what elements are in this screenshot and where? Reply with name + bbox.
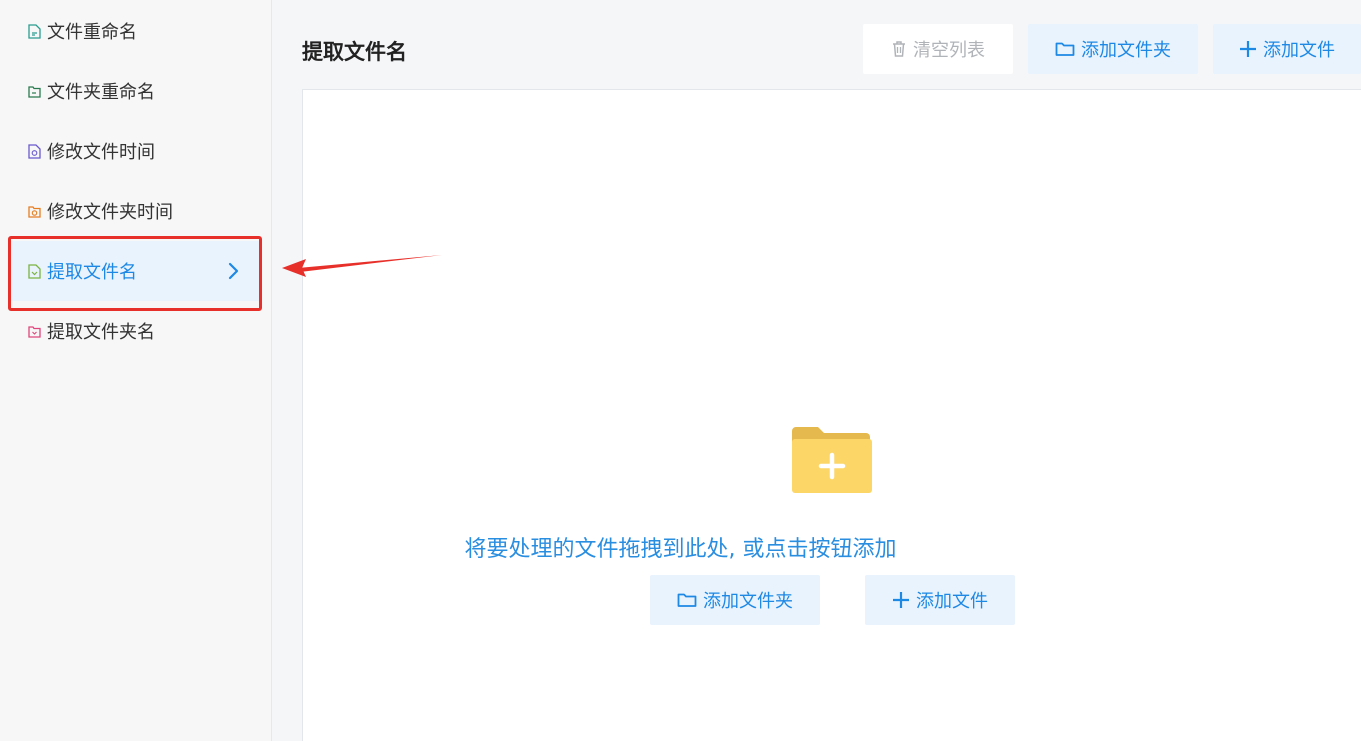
- center-add-file-button[interactable]: 添加文件: [865, 575, 1015, 625]
- center-add-folder-button[interactable]: 添加文件夹: [650, 575, 820, 625]
- annotation-arrow: [282, 255, 442, 277]
- drop-hint: 将要处理的文件拖拽到此处, 或点击按钮添加: [0, 531, 1361, 563]
- chevron-right-icon: [228, 262, 239, 280]
- add-file-label: 添加文件: [1263, 40, 1335, 61]
- file-drop-zone[interactable]: [302, 89, 1361, 741]
- folder-icon: [1055, 42, 1075, 56]
- sidebar-item-label: 提取文件名: [47, 262, 137, 283]
- sidebar-item-file-rename[interactable]: 文件重命名: [10, 1, 260, 61]
- extract-filename-icon: [28, 263, 41, 279]
- sidebar-item-label: 文件重命名: [47, 22, 137, 43]
- sidebar-item-folder-time[interactable]: 修改文件夹时间: [10, 181, 260, 241]
- add-folder-button[interactable]: 添加文件夹: [1028, 24, 1198, 74]
- clear-list-button[interactable]: 清空列表: [863, 24, 1013, 74]
- folder-icon: [677, 593, 697, 607]
- drop-hint-text: 将要处理的文件拖拽到此处, 或点击按钮添加: [464, 537, 897, 562]
- folder-rename-icon: [28, 85, 41, 98]
- page-title: 提取文件名: [302, 40, 407, 64]
- folder-add-icon: [792, 427, 872, 493]
- clear-list-label: 清空列表: [913, 40, 985, 61]
- sidebar-item-file-time[interactable]: 修改文件时间: [10, 121, 260, 181]
- sidebar: 文件重命名 文件夹重命名 修改文件时间 修改文件夹时间 提取文件名 提取文件夹名: [0, 0, 272, 741]
- sidebar-item-label: 修改文件夹时间: [47, 202, 173, 223]
- file-rename-icon: [28, 23, 41, 39]
- add-file-button[interactable]: 添加文件: [1213, 24, 1361, 74]
- file-time-icon: [28, 143, 41, 159]
- plus-icon: [1240, 41, 1256, 57]
- sidebar-item-folder-rename[interactable]: 文件夹重命名: [10, 61, 260, 121]
- sidebar-item-extract-foldername[interactable]: 提取文件夹名: [10, 301, 260, 361]
- folder-time-icon: [28, 205, 41, 218]
- center-add-file-label: 添加文件: [916, 591, 988, 612]
- plus-icon: [893, 592, 909, 608]
- add-folder-label: 添加文件夹: [1081, 40, 1171, 61]
- extract-foldername-icon: [28, 325, 41, 338]
- sidebar-item-label: 修改文件时间: [47, 142, 155, 163]
- sidebar-item-label: 文件夹重命名: [47, 82, 155, 103]
- sidebar-item-label: 提取文件夹名: [47, 322, 155, 343]
- trash-icon: [893, 41, 905, 57]
- sidebar-item-extract-filename[interactable]: 提取文件名: [10, 241, 260, 301]
- center-add-folder-label: 添加文件夹: [703, 591, 793, 612]
